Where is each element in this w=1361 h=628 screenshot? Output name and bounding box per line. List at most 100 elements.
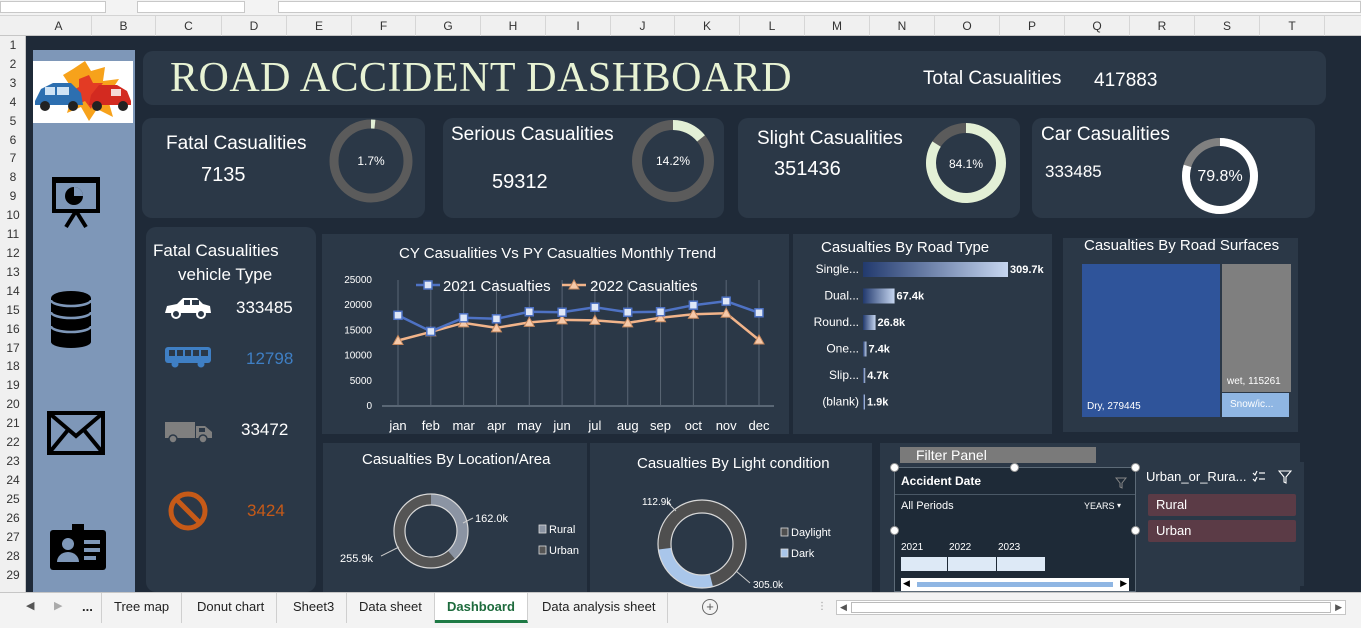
vehicle-title-2: vehicle Type — [178, 265, 273, 284]
year-bar-2021[interactable] — [901, 557, 947, 571]
point-2021 — [426, 326, 436, 337]
leader-line-urban — [380, 546, 400, 557]
location-legend-swatch — [538, 524, 547, 534]
bar-category-label: One... — [826, 342, 859, 356]
year-bar-2022[interactable] — [948, 557, 996, 571]
hscroll-right-icon[interactable]: ▶ — [1335, 602, 1342, 613]
slicer-item-urban[interactable]: Urban — [1148, 520, 1296, 542]
sheet-tabs-bar: ◀ ▶ ... Tree map Donut chart Sheet3 Data… — [0, 592, 1361, 628]
tab-scroll-left-icon[interactable]: ◀ — [26, 599, 34, 612]
x-tick-label: jul — [587, 418, 601, 433]
tab-data-sheet[interactable]: Data sheet — [347, 593, 435, 623]
legend-label-2022: 2022 Casualties — [590, 278, 698, 295]
resize-handle-ml[interactable] — [890, 526, 899, 535]
resize-handle-mr[interactable] — [1131, 526, 1140, 535]
scroll-left-icon[interactable]: ◀ — [903, 578, 910, 589]
tab-tree-map[interactable]: Tree map — [101, 593, 183, 623]
accident-date-slicer[interactable]: Accident Date All Periods YEARS ▾ 2021 2… — [894, 467, 1136, 592]
location-donut-chart: 162.0k 255.9k Rural Urban — [340, 493, 579, 569]
point-2021 — [590, 302, 600, 312]
clear-filter-icon[interactable] — [1277, 470, 1293, 484]
point-2021 — [754, 308, 764, 318]
legend-label-2021: 2021 Casualties — [443, 278, 551, 295]
year-label-2021: 2021 — [901, 542, 924, 553]
all-periods-label: All Periods — [901, 500, 954, 512]
point-2021 — [393, 310, 403, 321]
bar-category-label: Slip... — [829, 368, 859, 382]
light-legend-label: Dark — [791, 548, 815, 560]
location-legend-label: Urban — [549, 545, 579, 557]
urban-slicer-header: Urban_or_Rura... — [1146, 469, 1247, 484]
leader-line-daylight — [735, 570, 751, 584]
multi-select-icon[interactable] — [1252, 470, 1266, 484]
tab-scroll-right-icon[interactable]: ▶ — [54, 599, 62, 612]
location-slice-0 — [430, 494, 468, 560]
serious-donut-fill — [672, 120, 705, 142]
bar-value-label: 309.7k — [1010, 264, 1045, 276]
y-tick-label: 15000 — [344, 325, 372, 336]
treemap-snow[interactable]: Snow/ic... — [1222, 393, 1289, 417]
resize-handle-tm[interactable] — [1010, 463, 1019, 472]
tab-data-analysis-sheet[interactable]: Data analysis sheet — [530, 593, 669, 623]
treemap-dry[interactable]: Dry, 279445 — [1082, 264, 1220, 417]
x-tick-label: feb — [422, 418, 440, 433]
bus-icon — [163, 345, 213, 369]
treemap-snow-label: Snow/ic... — [1230, 399, 1274, 410]
x-tick-label: nov — [716, 418, 737, 433]
y-tick-label: 10000 — [344, 351, 372, 362]
slight-pct-label: 84.1% — [948, 157, 984, 171]
tab-donut-chart[interactable]: Donut chart — [185, 593, 278, 623]
x-tick-label: jan — [388, 418, 406, 433]
slicer-item-rural[interactable]: Rural — [1148, 494, 1296, 516]
add-sheet-button[interactable]: + — [702, 599, 718, 615]
location-inner-ring — [404, 504, 458, 558]
tab-more[interactable]: ... — [70, 593, 105, 623]
point-2021 — [524, 307, 535, 317]
hscroll-thumb[interactable] — [851, 602, 1331, 613]
y-tick-label: 5000 — [350, 376, 373, 387]
tab-dashboard[interactable]: Dashboard — [435, 593, 528, 623]
location-legend-label: Rural — [549, 524, 575, 536]
years-dropdown-chevron-icon[interactable]: ▾ — [1117, 501, 1121, 510]
resize-handle-tl[interactable] — [890, 463, 899, 472]
truck-icon — [163, 418, 215, 444]
point-2021 — [688, 300, 699, 310]
x-tick-label: oct — [685, 418, 703, 433]
road-surface-title: Casualties By Road Surfaces — [1084, 237, 1280, 254]
treemap-wet[interactable]: wet, 115261 — [1222, 264, 1291, 392]
x-tick-label: sep — [650, 418, 671, 433]
urban-rural-slicer[interactable]: Urban_or_Rura... Rural Urban — [1140, 462, 1304, 586]
road-type-bar — [863, 341, 867, 357]
light-donut-chart: 305.0k 112.9k Daylight Dark — [642, 497, 831, 591]
year-bar-2023[interactable] — [997, 557, 1045, 571]
light-legend-swatch — [780, 548, 789, 558]
hscroll-left-icon[interactable]: ◀ — [840, 602, 847, 613]
scroll-thumb[interactable] — [917, 582, 1113, 587]
road-type-bar — [863, 368, 866, 383]
y-tick-label: 20000 — [344, 300, 372, 311]
resize-handle-tr[interactable] — [1131, 463, 1140, 472]
horizontal-scrollbar[interactable]: ◀ ▶ — [836, 600, 1346, 615]
vehicle-value-car: 333485 — [236, 298, 293, 317]
road-type-bar — [863, 315, 876, 330]
clear-filter-icon[interactable] — [1114, 476, 1128, 489]
excel-window: ABCDEFGHIJKLMNOPQRST 1 2 3 4 5 6 7 8 9 10 11 12 13 14… — [0, 0, 1361, 628]
bar-value-label: 4.7k — [867, 370, 889, 382]
tab-splitter-icon[interactable]: ⋮ — [817, 601, 827, 612]
fatal-pct-label: 1.7% — [357, 154, 385, 168]
treemap-wet-label: wet, 115261 — [1227, 376, 1281, 387]
timeline-scrollbar[interactable]: ◀ ▶ — [901, 578, 1129, 591]
serious-pct-label: 14.2% — [655, 154, 691, 168]
x-tick-label: apr — [487, 418, 506, 433]
x-tick-label: dec — [749, 418, 770, 433]
scroll-right-icon[interactable]: ▶ — [1120, 578, 1127, 589]
location-label-rural: 162.0k — [475, 513, 509, 525]
bar-category-label: Single... — [816, 262, 859, 276]
years-dropdown[interactable]: YEARS — [1084, 501, 1115, 511]
point-2021 — [622, 307, 633, 318]
no-entry-icon — [167, 490, 209, 532]
bar-category-label: Round... — [814, 315, 859, 329]
tab-sheet3[interactable]: Sheet3 — [281, 593, 348, 623]
bar-value-label: 67.4k — [897, 291, 925, 303]
car-icon — [163, 295, 213, 319]
